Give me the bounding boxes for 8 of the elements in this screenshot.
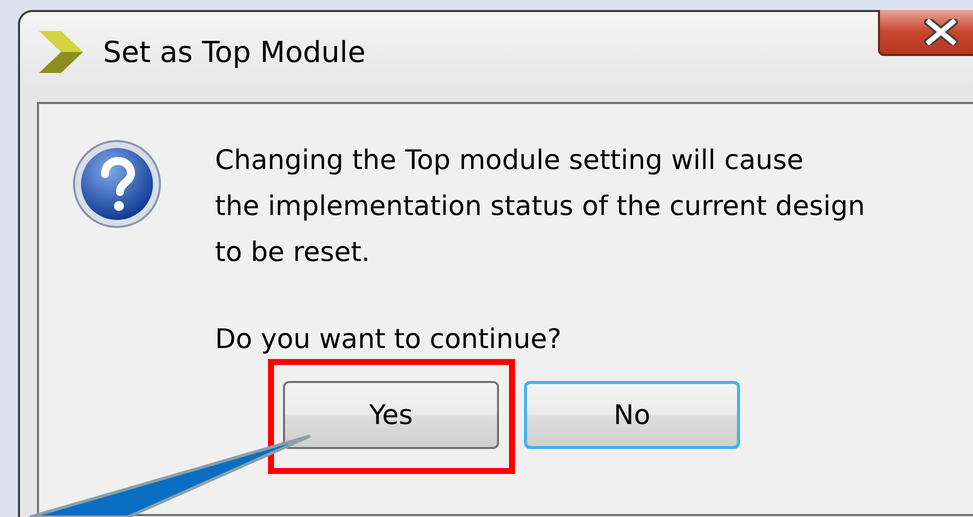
dialog-button[interactable]: Yes xyxy=(283,381,499,449)
question-text: Do you want to continue? xyxy=(215,323,562,357)
chevron-logo-icon xyxy=(39,31,85,73)
question-icon xyxy=(71,138,163,230)
message-text: Changing the Top module setting will cause the implementation status of the current design to be reset. xyxy=(215,144,866,270)
window-title: Set as Top Module xyxy=(103,35,366,69)
close-icon xyxy=(924,19,958,45)
dialog-button[interactable]: No xyxy=(524,381,740,449)
